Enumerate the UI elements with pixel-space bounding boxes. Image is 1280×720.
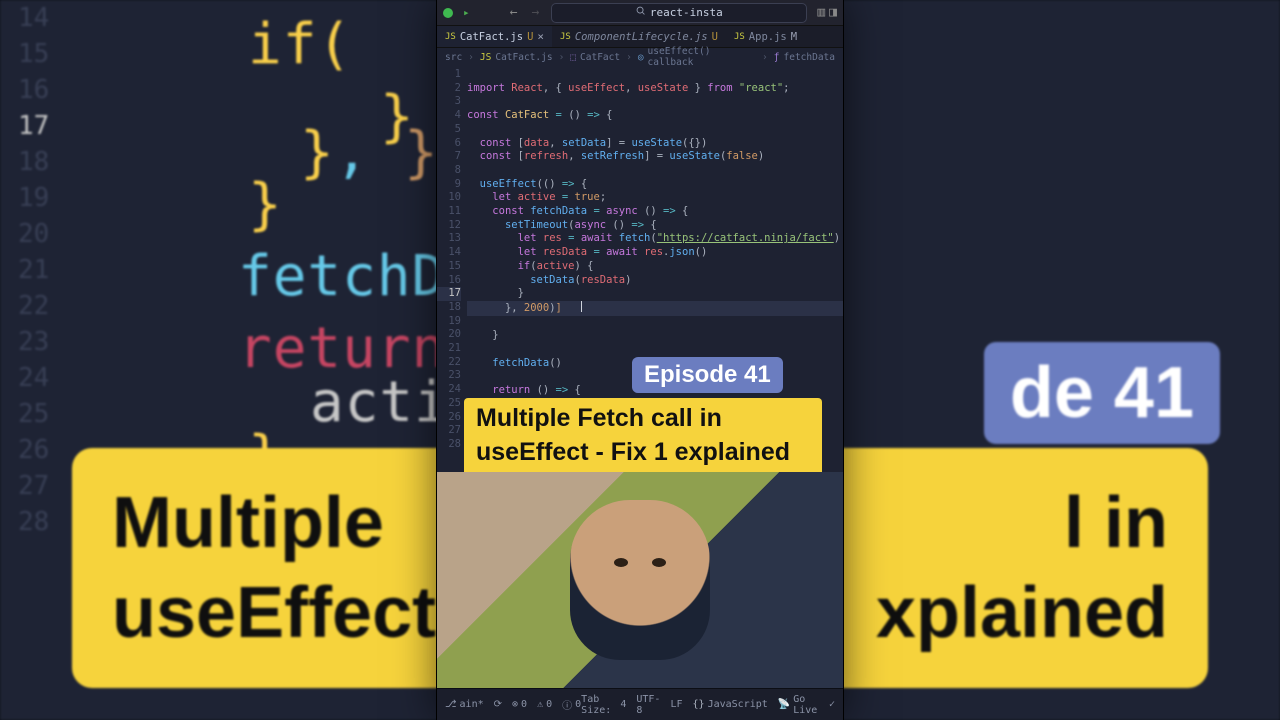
tab-componentlifecycle[interactable]: JS ComponentLifecycle.js U — [552, 26, 726, 47]
crumb-fn: fetchData — [784, 52, 835, 63]
nav-forward-icon[interactable]: → — [529, 5, 541, 20]
presenter-face — [570, 500, 710, 660]
run-indicator-icon[interactable] — [443, 8, 453, 18]
tab-label: App.js — [749, 31, 787, 43]
tab-label: ComponentLifecycle.js — [575, 31, 708, 43]
go-live[interactable]: 📡Go Live — [778, 694, 819, 716]
command-center-search[interactable]: react-insta — [551, 3, 807, 23]
layout-sidebar-icon[interactable]: ◨ — [829, 5, 837, 20]
webcam-feed — [437, 472, 843, 688]
crumb-file: CatFact.js — [495, 52, 552, 63]
text-cursor — [581, 301, 582, 312]
tab-dirty-flag: U — [527, 31, 533, 43]
problems-info[interactable]: ⓘ0 — [562, 697, 581, 712]
js-file-icon: JS — [480, 52, 491, 63]
status-bar: ⎇ain* ⟳ ⊗0 ⚠0 ⓘ0 Tab Size: 4 UTF-8 LF {}… — [437, 688, 843, 720]
close-icon[interactable]: × — [537, 30, 544, 43]
crumb-callback: useEffect() callback — [648, 46, 757, 68]
search-icon — [636, 6, 646, 19]
callback-icon: ◎ — [638, 52, 644, 63]
tab-bar: JS CatFact.js U × JS ComponentLifecycle.… — [437, 26, 843, 48]
tab-size[interactable]: Tab Size: 4 — [581, 694, 626, 716]
tab-modified-flag: M — [791, 31, 797, 43]
js-file-icon: JS — [560, 32, 571, 42]
bg-episode-badge: de 41 — [984, 342, 1220, 444]
function-icon: ƒ — [774, 52, 780, 63]
command-center-text: react-insta — [650, 6, 723, 19]
title-bar: ▸ ← → react-insta ▥ ◨ — [437, 0, 843, 26]
problems-errors[interactable]: ⊗0 — [512, 699, 527, 710]
git-branch[interactable]: ⎇ain* — [445, 699, 484, 710]
episode-badge: Episode 41 — [632, 357, 783, 393]
bg-gutter: 141516 17 181920 212223 242526 2728 — [0, 0, 80, 720]
encoding[interactable]: UTF-8 — [636, 694, 660, 716]
problems-warnings[interactable]: ⚠0 — [537, 699, 552, 710]
eol[interactable]: LF — [670, 699, 682, 710]
language-mode[interactable]: {} JavaScript — [693, 699, 768, 710]
feedback-icon[interactable]: ✓ — [829, 699, 835, 710]
tab-app[interactable]: JS App.js M — [726, 26, 805, 47]
crumb-folder: src — [445, 52, 462, 63]
js-file-icon: JS — [445, 32, 456, 42]
breadcrumb[interactable]: src JS CatFact.js ⬚ CatFact ◎ useEffect(… — [437, 48, 843, 66]
nav-back-icon[interactable]: ← — [508, 5, 520, 20]
error-icon: ⊗ — [512, 699, 518, 710]
crumb-symbol: CatFact — [580, 52, 620, 63]
tab-catfact[interactable]: JS CatFact.js U × — [437, 26, 552, 47]
js-file-icon: JS — [734, 32, 745, 42]
info-icon: ⓘ — [562, 697, 572, 712]
tab-dirty-flag: U — [712, 31, 718, 43]
tab-label: CatFact.js — [460, 31, 523, 43]
title-banner: Multiple Fetch call in useEffect - Fix 1… — [464, 398, 822, 476]
branch-icon: ⎇ — [445, 699, 457, 710]
symbol-icon: ⬚ — [570, 52, 576, 63]
layout-panel-icon[interactable]: ▥ — [817, 5, 825, 20]
broadcast-icon: 📡 — [778, 699, 790, 710]
sync-icon[interactable]: ⟳ — [494, 699, 502, 710]
warning-icon: ⚠ — [537, 699, 543, 710]
